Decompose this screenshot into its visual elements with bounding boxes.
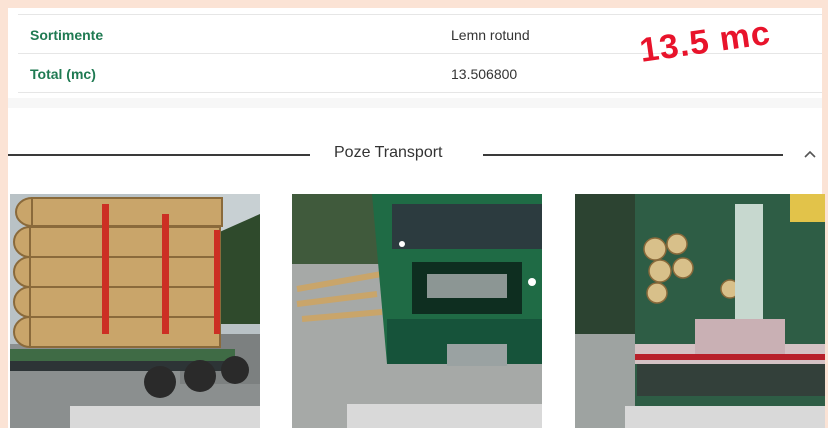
transport-photo-2[interactable] (292, 194, 542, 428)
transport-photo-3[interactable] (575, 194, 825, 428)
transport-details-panel: Sortimente Lemn rotund Total (mc) 13.506… (8, 8, 825, 428)
chevron-up-icon[interactable] (800, 144, 820, 164)
section-divider-band (8, 98, 822, 108)
detail-value: 13.506800 (451, 66, 518, 82)
transport-photo-1[interactable] (10, 194, 260, 428)
photo-image (292, 194, 542, 428)
detail-label: Sortimente (30, 27, 104, 43)
detail-value: Lemn rotund (451, 27, 530, 43)
header-rule-left (8, 154, 310, 156)
photos-section-header[interactable]: Poze Transport (8, 134, 822, 164)
header-rule-right (483, 154, 783, 156)
photo-image (10, 194, 260, 428)
section-title: Poze Transport (334, 144, 443, 161)
photo-image (575, 194, 825, 428)
detail-label: Total (mc) (30, 66, 96, 82)
